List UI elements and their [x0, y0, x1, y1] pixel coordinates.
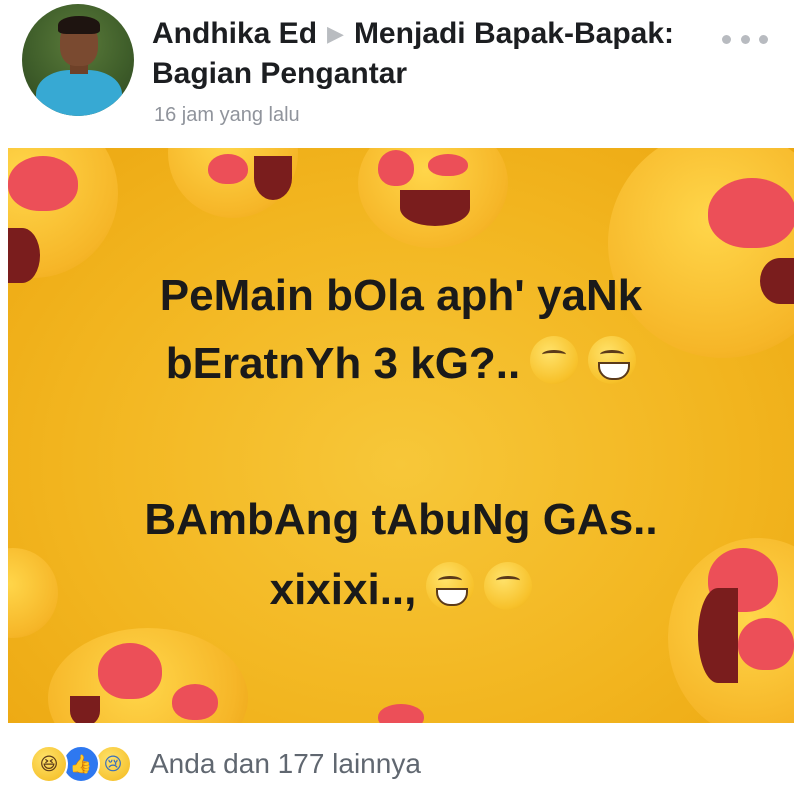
- more-options-button[interactable]: [722, 24, 768, 54]
- reaction-summary[interactable]: Anda dan 177 lainnya: [150, 748, 421, 780]
- post-text-segment: bEratnYh 3 kG?..: [165, 339, 521, 388]
- emoji-eyes: [600, 350, 625, 359]
- heart-icon: [208, 154, 248, 184]
- more-dots-icon: [740, 34, 750, 44]
- post-image[interactable]: PeMain bOla aph' yaNk bEratnYh 3 kG?.. B…: [8, 148, 794, 723]
- post-title: Andhika Ed ▶ Menjadi Bapak-Bapak: Bagian P…: [152, 14, 712, 94]
- emoji-mouth-decoration: [70, 696, 100, 723]
- post-text-line: xixixi..,: [8, 560, 794, 620]
- post-text-line: PeMain bOla aph' yaNk: [159, 271, 643, 320]
- emoji-grin: [436, 588, 469, 606]
- avatar-shirt: [36, 70, 122, 116]
- heart-icon: [172, 684, 218, 720]
- emoji-grin: [598, 362, 631, 380]
- grinning-face-emoji-icon: [588, 336, 637, 384]
- post-timestamp[interactable]: 16 jam yang lalu: [154, 104, 300, 127]
- post-header: Andhika Ed ▶ Menjadi Bapak-Bapak: Bagian P…: [0, 0, 800, 148]
- haha-reaction-icon: 😆: [30, 745, 68, 783]
- heart-icon: [378, 150, 414, 186]
- triangle-right-icon: ▶: [327, 21, 344, 46]
- emoji-mouth-decoration: [254, 156, 292, 200]
- heart-icon: [738, 618, 794, 670]
- more-dots-icon: [722, 34, 731, 44]
- heart-icon: [378, 704, 424, 723]
- grinning-face-emoji-icon: [426, 562, 475, 610]
- post-text-segment: xixixi..,: [269, 565, 417, 614]
- avatar-hair: [58, 16, 100, 34]
- emoji-eyes: [542, 350, 567, 359]
- reaction-bar: 😆 👍 😢 Anda dan 177 lainnya: [0, 728, 800, 803]
- hugging-face-emoji-icon: [484, 562, 533, 610]
- heart-icon: [98, 643, 162, 699]
- thinking-face-emoji-icon: [530, 336, 579, 384]
- emoji-mouth-decoration: [400, 190, 470, 226]
- post-text-line: BAmbAng tAbuNg GAs..: [144, 495, 658, 544]
- author-name-link[interactable]: Andhika Ed: [152, 17, 317, 50]
- heart-icon: [708, 178, 794, 248]
- heart-icon: [428, 154, 468, 176]
- author-avatar[interactable]: [22, 4, 134, 116]
- post-text-line: bEratnYh 3 kG?..: [8, 334, 794, 394]
- emoji-eyes: [496, 576, 521, 585]
- more-dots-icon: [759, 34, 768, 44]
- emoji-eyes: [438, 576, 463, 585]
- reaction-icons[interactable]: 😆 👍 😢: [30, 745, 150, 785]
- heart-icon: [8, 156, 78, 211]
